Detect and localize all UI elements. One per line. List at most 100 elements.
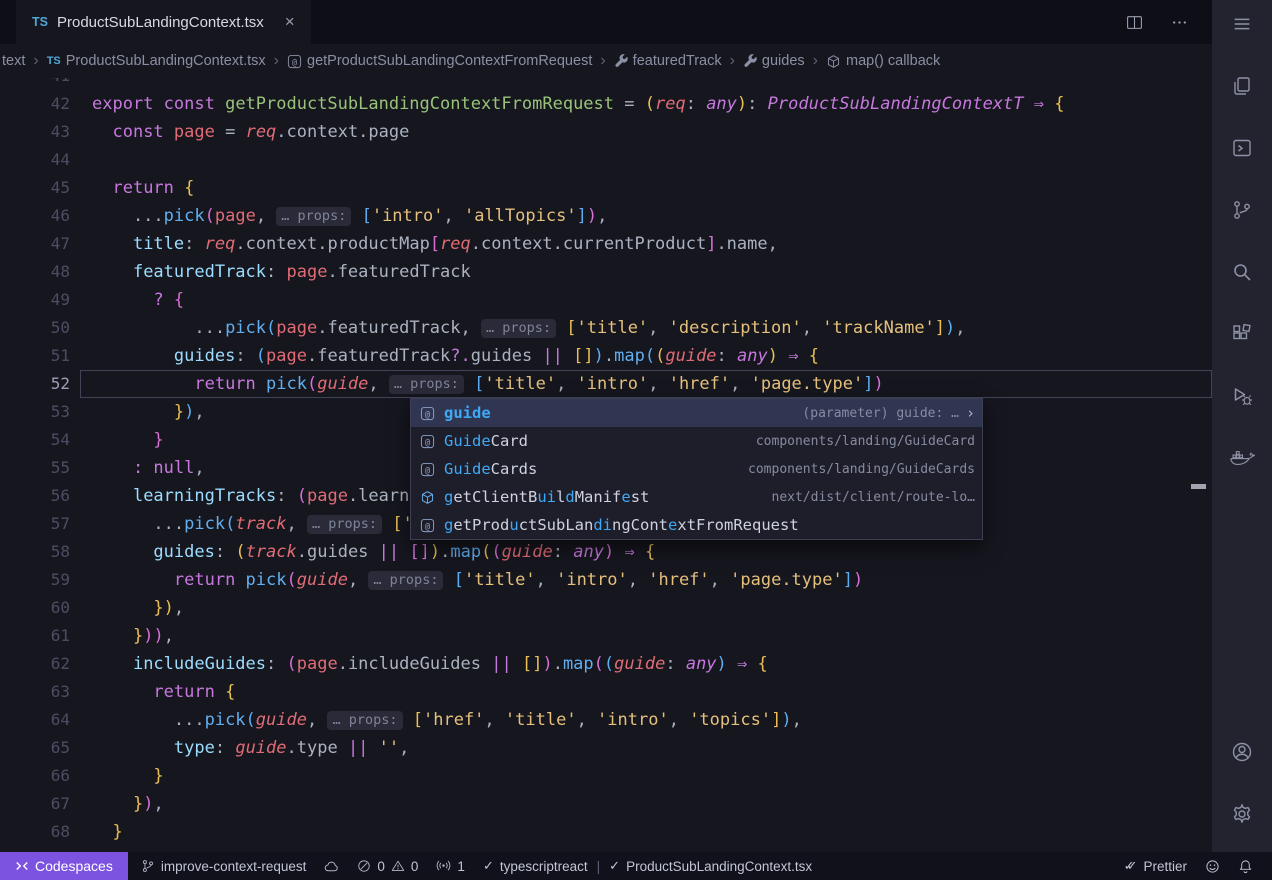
terminal-icon[interactable] [1218, 124, 1266, 172]
split-editor-icon[interactable] [1126, 14, 1143, 31]
code-line-63[interactable]: 63 return { [0, 678, 1212, 706]
code-line-61[interactable]: 61 })), [0, 622, 1212, 650]
line-number[interactable]: 51 [0, 342, 80, 370]
code-line-42[interactable]: 42export const getProductSubLandingConte… [0, 90, 1212, 118]
run-debug-icon[interactable] [1218, 372, 1266, 420]
suggestion-expand-chevron-icon[interactable]: › [966, 404, 975, 422]
code-line-46[interactable]: 46 ...pick(page, … props: ['intro', 'all… [0, 202, 1212, 230]
code-line-49[interactable]: 49 ? { [0, 286, 1212, 314]
docker-icon[interactable] [1218, 434, 1266, 482]
line-number[interactable]: 65 [0, 734, 80, 762]
breadcrumb-item-map-callback[interactable]: map() callback [826, 53, 940, 69]
line-number[interactable]: 66 [0, 762, 80, 790]
line-number[interactable]: 48 [0, 258, 80, 286]
line-number[interactable]: 61 [0, 622, 80, 650]
source-control-icon[interactable] [1218, 186, 1266, 234]
code-line-47[interactable]: 47 title: req.context.productMap[req.con… [0, 230, 1212, 258]
search-icon[interactable] [1218, 248, 1266, 296]
problems-button[interactable]: 0 0 [348, 852, 427, 880]
explorer-files-icon[interactable] [1218, 62, 1266, 110]
inlay-hint: … props: [276, 207, 351, 226]
feedback-icon[interactable] [1196, 852, 1229, 880]
code-line-48[interactable]: 48 featuredTrack: page.featuredTrack [0, 258, 1212, 286]
code-line-58[interactable]: 58 guides: (track.guides || []).map((gui… [0, 538, 1212, 566]
line-number[interactable]: 54 [0, 426, 80, 454]
code-line-44[interactable]: 44 [0, 146, 1212, 174]
code-line-41[interactable]: 41 [0, 78, 1212, 90]
breadcrumb-item-text[interactable]: text [2, 53, 25, 69]
suggestion-item[interactable]: @getProductSubLandingContextFromRequest [411, 511, 982, 539]
menu-icon[interactable] [1218, 0, 1266, 48]
line-number[interactable]: 59 [0, 566, 80, 594]
tab-close-icon[interactable]: × [285, 12, 295, 32]
line-number[interactable]: 67 [0, 790, 80, 818]
notifications-bell-icon[interactable] [1229, 852, 1262, 880]
code-line-51[interactable]: 51 guides: (page.featuredTrack?.guides |… [0, 342, 1212, 370]
line-number[interactable]: 42 [0, 90, 80, 118]
branch-button[interactable]: improve-context-request [132, 852, 316, 880]
code-line-43[interactable]: 43 const page = req.context.page [0, 118, 1212, 146]
code-line-66[interactable]: 66 } [0, 762, 1212, 790]
code-line-62[interactable]: 62 includeGuides: (page.includeGuides ||… [0, 650, 1212, 678]
suggestion-item[interactable]: @GuideCardcomponents/landing/GuideCard [411, 427, 982, 455]
line-number[interactable]: 46 [0, 202, 80, 230]
code-line-60[interactable]: 60 }), [0, 594, 1212, 622]
git-branch-icon [141, 859, 155, 873]
line-number[interactable]: 52 [0, 370, 80, 398]
language-mode-button[interactable]: ✓ typescriptreact [474, 852, 597, 880]
extensions-icon[interactable] [1218, 310, 1266, 358]
codespaces-remote-button[interactable]: Codespaces [0, 852, 128, 880]
ports-button[interactable]: 1 [427, 852, 474, 880]
line-number[interactable]: 47 [0, 230, 80, 258]
code-line-67[interactable]: 67 }), [0, 790, 1212, 818]
code-line-59[interactable]: 59 return pick(guide, … props: ['title',… [0, 566, 1212, 594]
tab-productsublandingcontext[interactable]: TS ProductSubLandingContext.tsx × [16, 0, 311, 44]
code-line-64[interactable]: 64 ...pick(guide, … props: ['href', 'tit… [0, 706, 1212, 734]
line-number[interactable]: 50 [0, 314, 80, 342]
line-number[interactable]: 49 [0, 286, 80, 314]
line-number[interactable]: 41 [0, 78, 80, 90]
breadcrumb-item-productsublandingcontext-tsx[interactable]: TSProductSubLandingContext.tsx [47, 53, 266, 69]
line-number[interactable]: 57 [0, 510, 80, 538]
suggestion-item[interactable]: @guide(parameter) guide: …› [411, 399, 982, 427]
line-number[interactable]: 45 [0, 174, 80, 202]
breadcrumb-item-getproductsublandingcontextfromrequest[interactable]: @getProductSubLandingContextFromRequest [287, 53, 592, 69]
tab-label: ProductSubLandingContext.tsx [57, 14, 264, 31]
more-actions-icon[interactable] [1171, 14, 1188, 31]
line-number[interactable]: 68 [0, 818, 80, 846]
scrollbar-thumb[interactable] [1191, 484, 1206, 489]
line-number[interactable]: 44 [0, 146, 80, 174]
code-line-52[interactable]: 52 return pick(guide, … props: ['title',… [0, 370, 1212, 398]
line-number[interactable]: 55 [0, 454, 80, 482]
breadcrumb-item-guides[interactable]: guides [743, 53, 805, 69]
suggestion-item[interactable]: @GuideCardscomponents/landing/GuideCards [411, 455, 982, 483]
breadcrumb-item-featuredtrack[interactable]: featuredTrack [614, 53, 722, 69]
error-count: 0 [377, 859, 385, 874]
active-file-status-button[interactable]: ✓ ProductSubLandingContext.tsx [600, 852, 821, 880]
prettier-button[interactable]: ✓✓ Prettier [1115, 852, 1196, 880]
suggestion-item[interactable]: getClientBuildManifestnext/dist/client/r… [411, 483, 982, 511]
line-number[interactable]: 53 [0, 398, 80, 426]
code-line-50[interactable]: 50 ...pick(page.featuredTrack, … props: … [0, 314, 1212, 342]
code-line-45[interactable]: 45 return { [0, 174, 1212, 202]
settings-gear-icon[interactable] [1218, 790, 1266, 838]
warnings-icon [391, 859, 405, 873]
code-editor[interactable]: 4142export const getProductSubLandingCon… [0, 78, 1212, 852]
svg-text:@: @ [292, 56, 297, 66]
line-number[interactable]: 56 [0, 482, 80, 510]
account-icon[interactable] [1218, 728, 1266, 776]
breadcrumb-label: guides [762, 53, 805, 69]
symbol-reference-icon: @ [418, 433, 437, 450]
line-content: ...pick(page.featuredTrack, … props: ['t… [80, 314, 1212, 342]
code-line-65[interactable]: 65 type: guide.type || '', [0, 734, 1212, 762]
line-number[interactable]: 63 [0, 678, 80, 706]
line-number[interactable]: 43 [0, 118, 80, 146]
sync-button[interactable] [315, 852, 348, 880]
vscode-window: TS ProductSubLandingContext.tsx × text › T… [0, 0, 1272, 880]
code-line-68[interactable]: 68 } [0, 818, 1212, 846]
remote-icon [15, 859, 29, 873]
line-number[interactable]: 64 [0, 706, 80, 734]
line-number[interactable]: 60 [0, 594, 80, 622]
line-number[interactable]: 62 [0, 650, 80, 678]
line-number[interactable]: 58 [0, 538, 80, 566]
